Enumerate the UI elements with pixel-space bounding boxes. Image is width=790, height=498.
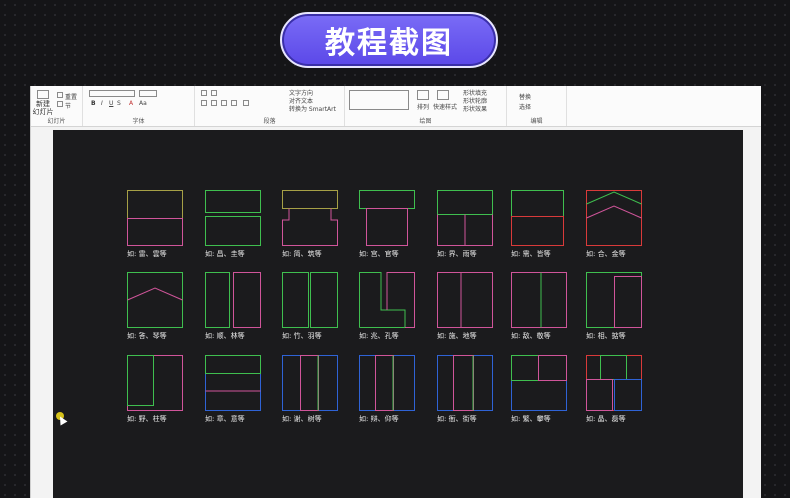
structure-caption: 如: 需、皆等 xyxy=(511,250,551,258)
structure-caption: 如: 竹、羽等 xyxy=(282,332,322,340)
reset-button[interactable]: 重置 xyxy=(65,92,77,101)
select-button[interactable]: 选择 xyxy=(519,102,531,111)
group-label-editing: 编辑 xyxy=(530,118,543,125)
structure-caption: 如: 施、地等 xyxy=(437,332,477,340)
structure-caption: 如: 章、意等 xyxy=(205,415,245,423)
structure-diagram xyxy=(205,190,261,246)
justify-icon[interactable] xyxy=(231,100,237,106)
structure-diagram xyxy=(359,190,415,246)
structure-diagram xyxy=(586,272,642,328)
replace-button[interactable]: 替换 xyxy=(519,92,531,101)
structure-caption: 如: 界、雨等 xyxy=(437,250,477,258)
italic-button[interactable]: I xyxy=(101,100,103,107)
structure-diagram xyxy=(437,355,493,411)
structure-diagram xyxy=(205,272,261,328)
columns-icon[interactable] xyxy=(243,100,249,106)
quick-styles-button[interactable]: 快速样式 xyxy=(433,102,457,111)
structure-caption: 如: 宫、官等 xyxy=(359,250,399,258)
structure-caption: 如: 雷、雲等 xyxy=(127,250,167,258)
tutorial-screenshot-banner: 教程截图 xyxy=(280,12,498,68)
arrange-button[interactable]: 排列 xyxy=(417,102,429,111)
ribbon-group-paragraph: 文字方向 对齐文本 转换为 SmartArt 段落 xyxy=(195,86,345,126)
shadow-button[interactable]: S xyxy=(117,100,121,107)
group-label-font: 字体 xyxy=(132,118,145,125)
structure-diagram xyxy=(127,355,183,411)
structure-diagram xyxy=(127,272,183,328)
ribbon-group-drawing: 排列 快速样式 形状填充 形状轮廓 形状效果 绘图 xyxy=(345,86,507,126)
group-label-paragraph: 段落 xyxy=(263,118,276,125)
font-size-box[interactable] xyxy=(139,90,157,97)
align-right-icon[interactable] xyxy=(221,100,227,106)
new-slide-icon xyxy=(37,90,49,99)
structure-diagram xyxy=(586,355,642,411)
structure-caption: 如: 辩、仰等 xyxy=(359,415,399,423)
structure-diagram xyxy=(511,190,567,246)
bold-button[interactable]: B xyxy=(91,100,96,107)
ribbon-group-font: B I U S A Aa 字体 xyxy=(83,86,195,126)
structure-caption: 如: 繁、攀等 xyxy=(511,415,551,423)
structure-caption: 如: 合、金等 xyxy=(586,250,626,258)
convert-smartart-button[interactable]: 转换为 SmartArt xyxy=(289,104,336,113)
font-name-box[interactable] xyxy=(89,90,135,97)
bullets-icon[interactable] xyxy=(201,90,207,96)
powerpoint-window: 新建 幻灯片 重置 节 幻灯片 B I U S A Aa 字体 文字方向 对齐文… xyxy=(30,86,761,498)
structure-caption: 如: 答、琴等 xyxy=(127,332,167,340)
new-slide-button[interactable]: 新建 幻灯片 xyxy=(32,100,54,116)
align-left-icon[interactable] xyxy=(201,100,207,106)
section-icon xyxy=(57,101,63,107)
structure-diagram xyxy=(205,355,261,411)
align-center-icon[interactable] xyxy=(211,100,217,106)
structure-diagram xyxy=(586,190,642,246)
structure-caption: 如: 谢、树等 xyxy=(282,415,322,423)
structure-caption: 如: 晶、磊等 xyxy=(586,415,626,423)
structure-caption: 如: 兆、孔等 xyxy=(359,332,399,340)
font-color-button[interactable]: A xyxy=(129,100,133,107)
structure-caption: 如: 简、筑等 xyxy=(282,250,322,258)
shape-effects-button[interactable]: 形状效果 xyxy=(463,104,487,113)
structure-diagram xyxy=(359,355,415,411)
structure-caption: 如: 相、掂等 xyxy=(586,332,626,340)
structure-diagram xyxy=(511,355,567,411)
slide-canvas[interactable]: 如: 雷、雲等 如: 昌、圭等 如: 简、筑等 如: 宫、官等 如: 界、雨等 如: 需、… xyxy=(53,130,743,498)
structure-diagram xyxy=(511,272,567,328)
section-button[interactable]: 节 xyxy=(65,101,71,110)
structure-caption: 如: 野、柱等 xyxy=(127,415,167,423)
structure-caption: 如: 顺、林等 xyxy=(205,332,245,340)
reset-icon xyxy=(57,92,63,98)
ribbon-group-slides: 新建 幻灯片 重置 节 幻灯片 xyxy=(31,86,83,126)
structure-caption: 如: 昌、圭等 xyxy=(205,250,245,258)
structure-diagram xyxy=(359,272,415,328)
structure-diagram xyxy=(437,272,493,328)
ribbon-toolbar: 新建 幻灯片 重置 节 幻灯片 B I U S A Aa 字体 文字方向 对齐文… xyxy=(31,86,761,127)
shapes-gallery[interactable] xyxy=(349,90,409,110)
structure-diagram xyxy=(282,272,338,328)
structure-diagram xyxy=(282,355,338,411)
group-label-drawing: 绘图 xyxy=(419,118,432,125)
arrange-icon xyxy=(417,90,429,100)
quick-styles-icon xyxy=(437,90,449,100)
group-label-slides: 幻灯片 xyxy=(47,118,66,125)
banner-title: 教程截图 xyxy=(325,26,453,61)
structure-caption: 如: 敌、敬等 xyxy=(511,332,551,340)
ribbon-group-editing: 替换 选择 编辑 xyxy=(507,86,567,126)
change-case-button[interactable]: Aa xyxy=(139,100,147,107)
structure-diagram xyxy=(437,190,493,246)
structure-diagram xyxy=(282,190,338,246)
structure-caption: 如: 衙、街等 xyxy=(437,415,477,423)
numbering-icon[interactable] xyxy=(211,90,217,96)
underline-button[interactable]: U xyxy=(109,100,113,107)
structure-diagram xyxy=(127,190,183,246)
